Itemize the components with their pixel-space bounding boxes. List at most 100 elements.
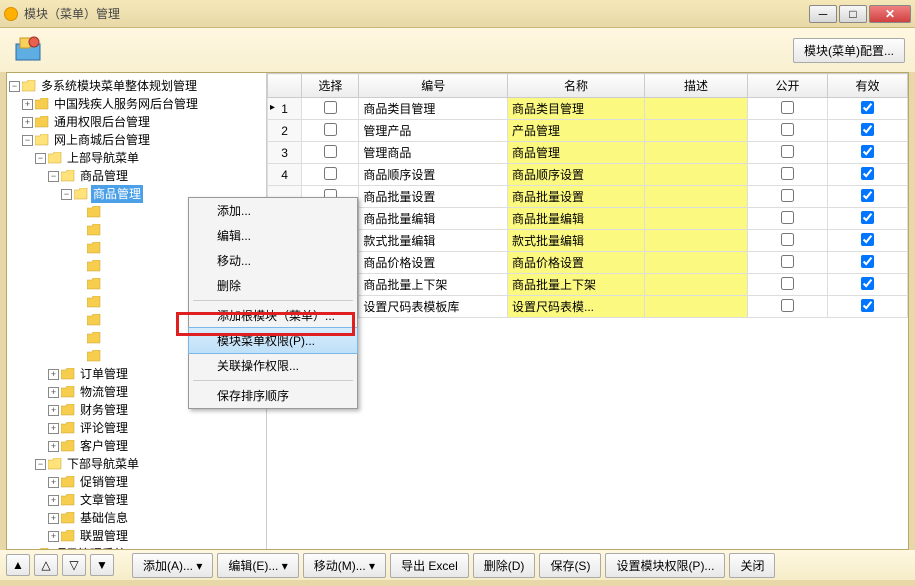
- valid-checkbox[interactable]: [861, 145, 874, 158]
- valid-checkbox[interactable]: [861, 167, 874, 180]
- tree-toggle-icon[interactable]: +: [48, 477, 59, 488]
- close-button[interactable]: ✕: [869, 5, 911, 23]
- tree-label[interactable]: 商品管理: [91, 185, 143, 203]
- tree-label[interactable]: 基础信息: [78, 509, 130, 527]
- row-valid[interactable]: [827, 208, 907, 230]
- valid-checkbox[interactable]: [861, 233, 874, 246]
- cm-delete[interactable]: 删除: [189, 273, 357, 298]
- open-checkbox[interactable]: [781, 123, 794, 136]
- tree-toggle-icon[interactable]: −: [61, 189, 72, 200]
- select-checkbox[interactable]: [324, 167, 337, 180]
- cm-module-permission[interactable]: 模块菜单权限(P)...: [189, 328, 357, 353]
- row-valid[interactable]: [827, 186, 907, 208]
- tree-label[interactable]: 网上商城后台管理: [52, 131, 152, 149]
- maximize-button[interactable]: □: [839, 5, 867, 23]
- table-row[interactable]: ▸1商品类目管理商品类目管理: [268, 98, 908, 120]
- tree-toggle-icon[interactable]: +: [48, 531, 59, 542]
- open-checkbox[interactable]: [781, 277, 794, 290]
- row-open[interactable]: [747, 120, 827, 142]
- row-valid[interactable]: [827, 120, 907, 142]
- select-checkbox[interactable]: [324, 123, 337, 136]
- tree-toggle-icon[interactable]: +: [48, 423, 59, 434]
- tree-label[interactable]: 联盟管理: [78, 527, 130, 545]
- tree-toggle-icon[interactable]: −: [35, 153, 46, 164]
- table-row[interactable]: 款式批量编辑款式批量编辑: [268, 230, 908, 252]
- tree-toggle-icon[interactable]: +: [48, 441, 59, 452]
- tree-node[interactable]: +文章管理: [9, 491, 264, 509]
- move-button[interactable]: 移动(M)... ▾: [303, 553, 386, 578]
- valid-checkbox[interactable]: [861, 189, 874, 202]
- col-select[interactable]: 选择: [302, 74, 359, 98]
- add-button[interactable]: 添加(A)... ▾: [132, 553, 213, 578]
- table-row[interactable]: 商品批量设置商品批量设置: [268, 186, 908, 208]
- tree-toggle-icon[interactable]: +: [48, 369, 59, 380]
- row-valid[interactable]: [827, 252, 907, 274]
- row-open[interactable]: [747, 186, 827, 208]
- close-window-button[interactable]: 关闭: [729, 553, 775, 578]
- tree-node[interactable]: +项目管理系统: [9, 545, 264, 549]
- select-checkbox[interactable]: [324, 101, 337, 114]
- table-row[interactable]: 商品价格设置商品价格设置: [268, 252, 908, 274]
- open-checkbox[interactable]: [781, 255, 794, 268]
- tree-label[interactable]: 订单管理: [78, 365, 130, 383]
- cm-edit[interactable]: 编辑...: [189, 223, 357, 248]
- cm-save-order[interactable]: 保存排序顺序: [189, 383, 357, 408]
- tree-label[interactable]: 促销管理: [78, 473, 130, 491]
- tree-node[interactable]: + 联盟管理: [9, 527, 264, 545]
- valid-checkbox[interactable]: [861, 211, 874, 224]
- valid-checkbox[interactable]: [861, 299, 874, 312]
- delete-button[interactable]: 删除(D): [473, 553, 536, 578]
- tree-label[interactable]: 评论管理: [78, 419, 130, 437]
- tree-node[interactable]: +中国残疾人服务网后台管理: [9, 95, 264, 113]
- cm-add-root[interactable]: 添加根模块（菜单）...: [189, 303, 357, 328]
- table-row[interactable]: 商品批量上下架商品批量上下架: [268, 274, 908, 296]
- cm-related-permission[interactable]: 关联操作权限...: [189, 353, 357, 378]
- tree-node[interactable]: −多系统模块菜单整体规划管理: [9, 77, 264, 95]
- col-valid[interactable]: 有效: [827, 74, 907, 98]
- table-row[interactable]: 2管理产品产品管理: [268, 120, 908, 142]
- table-row[interactable]: 3管理商品商品管理: [268, 142, 908, 164]
- move-up-button[interactable]: △: [34, 554, 58, 576]
- tree-toggle-icon[interactable]: −: [22, 135, 33, 146]
- expand-all-button[interactable]: ▼: [90, 554, 114, 576]
- tree-node[interactable]: + 客户管理: [9, 437, 264, 455]
- tree-node[interactable]: −商品管理: [9, 167, 264, 185]
- tree-toggle-icon[interactable]: +: [48, 387, 59, 398]
- row-open[interactable]: [747, 252, 827, 274]
- tree-label[interactable]: 中国残疾人服务网后台管理: [52, 95, 200, 113]
- row-select[interactable]: [302, 164, 359, 186]
- open-checkbox[interactable]: [781, 233, 794, 246]
- row-open[interactable]: [747, 164, 827, 186]
- open-checkbox[interactable]: [781, 189, 794, 202]
- tree-label[interactable]: 客户管理: [78, 437, 130, 455]
- tree-label[interactable]: 上部导航菜单: [65, 149, 141, 167]
- export-excel-button[interactable]: 导出 Excel: [390, 553, 469, 578]
- table-row[interactable]: 4商品顺序设置商品顺序设置: [268, 164, 908, 186]
- minimize-button[interactable]: ─: [809, 5, 837, 23]
- open-checkbox[interactable]: [781, 101, 794, 114]
- col-code[interactable]: 编号: [359, 74, 508, 98]
- tree-label[interactable]: 项目管理系统: [52, 545, 128, 549]
- tree-label[interactable]: 多系统模块菜单整体规划管理: [39, 77, 199, 95]
- cm-move[interactable]: 移动...: [189, 248, 357, 273]
- row-valid[interactable]: [827, 230, 907, 252]
- set-permission-button[interactable]: 设置模块权限(P)...: [605, 553, 725, 578]
- valid-checkbox[interactable]: [861, 123, 874, 136]
- row-valid[interactable]: [827, 296, 907, 318]
- row-valid[interactable]: [827, 164, 907, 186]
- tree-node[interactable]: − 网上商城后台管理: [9, 131, 264, 149]
- row-open[interactable]: [747, 230, 827, 252]
- tree-label[interactable]: 通用权限后台管理: [52, 113, 152, 131]
- tree-label[interactable]: 下部导航菜单: [65, 455, 141, 473]
- row-open[interactable]: [747, 208, 827, 230]
- tree-toggle-icon[interactable]: +: [48, 513, 59, 524]
- row-valid[interactable]: [827, 274, 907, 296]
- tree-label[interactable]: 物流管理: [78, 383, 130, 401]
- tree-toggle-icon[interactable]: −: [48, 171, 59, 182]
- col-desc[interactable]: 描述: [645, 74, 748, 98]
- valid-checkbox[interactable]: [861, 101, 874, 114]
- move-down-button[interactable]: ▽: [62, 554, 86, 576]
- open-checkbox[interactable]: [781, 167, 794, 180]
- valid-checkbox[interactable]: [861, 255, 874, 268]
- tree-label[interactable]: 文章管理: [78, 491, 130, 509]
